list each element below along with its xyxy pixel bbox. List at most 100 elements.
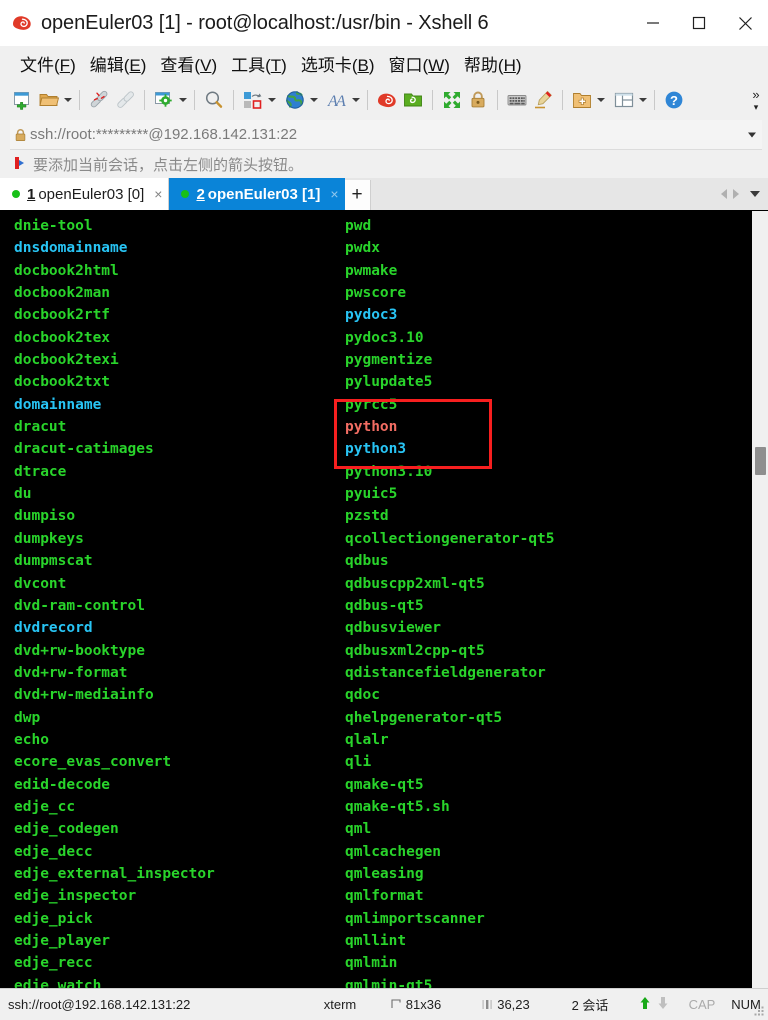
menu-help[interactable]: 帮助(H) bbox=[457, 49, 529, 78]
svg-text:A: A bbox=[335, 93, 346, 110]
layout-icon[interactable] bbox=[611, 87, 637, 113]
close-button[interactable] bbox=[722, 0, 768, 46]
chevron-right-icon[interactable] bbox=[733, 189, 739, 199]
menu-tabs[interactable]: 选项卡(B) bbox=[294, 49, 382, 78]
toolbar-separator bbox=[367, 90, 368, 110]
terminal-line: edje_watch bbox=[14, 977, 102, 988]
terminal-line: qdbusxml2cpp-qt5 bbox=[345, 642, 485, 659]
terminal-line: qli bbox=[345, 754, 372, 771]
address-bar[interactable]: ssh://root:*********@192.168.142.131:22 bbox=[10, 120, 762, 150]
highlight-pen-icon[interactable] bbox=[530, 87, 556, 113]
tab-label: openEuler03 [1] bbox=[207, 185, 321, 203]
new-tab-button[interactable]: + bbox=[344, 180, 371, 210]
open-session-dropdown-icon[interactable] bbox=[62, 87, 73, 113]
minimize-button[interactable] bbox=[630, 0, 676, 46]
terminal-line: qhelpgenerator-qt5 bbox=[345, 709, 503, 726]
terminal-line: domainname bbox=[14, 396, 102, 413]
terminal-line: qmllint bbox=[345, 933, 407, 949]
terminal-line: dumpiso bbox=[14, 508, 76, 525]
terminal-line: qdistancefieldgenerator bbox=[345, 664, 546, 681]
status-sessions: 2 会话 bbox=[571, 998, 609, 1013]
menu-window[interactable]: 窗口(W) bbox=[382, 49, 457, 78]
transfer-file-dropdown-icon[interactable] bbox=[266, 87, 277, 113]
disconnect-icon[interactable] bbox=[86, 87, 112, 113]
notice-bar: 要添加当前会话，点击左侧的箭头按钮。 bbox=[0, 150, 768, 178]
tab-close-icon[interactable]: × bbox=[330, 186, 338, 202]
fullscreen-icon[interactable] bbox=[439, 87, 465, 113]
tab-close-icon[interactable]: × bbox=[154, 186, 162, 202]
terminal-output[interactable]: dnie-tool dnsdomainname docbook2html docboo… bbox=[0, 211, 751, 988]
open-session-icon[interactable] bbox=[36, 87, 62, 113]
menu-bar: 文件(F) 编辑(E) 查看(V) 工具(T) 选项卡(B) 窗口(W) 帮助(… bbox=[0, 46, 768, 80]
tab-number: 1 bbox=[27, 185, 36, 203]
toolbar: A A ? » ▾ bbox=[0, 80, 768, 120]
toolbar-separator bbox=[194, 90, 195, 110]
address-input[interactable]: ssh://root:*********@192.168.142.131:22 bbox=[30, 126, 297, 143]
terminal-line: ecore_evas_convert bbox=[14, 754, 172, 771]
help-icon[interactable]: ? bbox=[661, 87, 687, 113]
terminal-line: dvcont bbox=[14, 575, 67, 592]
maximize-button[interactable] bbox=[676, 0, 722, 46]
chevron-left-icon[interactable] bbox=[721, 189, 727, 199]
terminal-line: dtrace bbox=[14, 463, 67, 480]
status-connection: ssh://root@192.168.142.131:22 bbox=[8, 997, 191, 1012]
terminal-line: qmake-qt5.sh bbox=[345, 798, 450, 815]
globe-icon[interactable] bbox=[282, 87, 308, 113]
globe-dropdown-icon[interactable] bbox=[308, 87, 319, 113]
font-dropdown-icon[interactable] bbox=[350, 87, 361, 113]
new-session-icon[interactable] bbox=[10, 87, 36, 113]
terminal-scrollbar[interactable] bbox=[751, 211, 768, 988]
xshell-icon[interactable] bbox=[374, 87, 400, 113]
menu-edit[interactable]: 编辑(E) bbox=[83, 49, 154, 78]
find-icon[interactable] bbox=[201, 87, 227, 113]
tab-nav-controls bbox=[721, 178, 764, 210]
menu-tools[interactable]: 工具(T) bbox=[224, 49, 294, 78]
svg-text:?: ? bbox=[670, 93, 678, 108]
lock-icon[interactable] bbox=[465, 87, 491, 113]
toolbar-separator bbox=[144, 90, 145, 110]
reconnect-icon[interactable] bbox=[112, 87, 138, 113]
menu-view[interactable]: 查看(V) bbox=[153, 49, 224, 78]
add-folder-dropdown-icon[interactable] bbox=[595, 87, 606, 113]
tab-session-1[interactable]: 2 openEuler03 [1] × bbox=[169, 178, 345, 210]
status-terminal-type: xterm bbox=[323, 997, 357, 1012]
arrow-down-icon bbox=[657, 996, 669, 1013]
terminal-column-left: dnie-tool dnsdomainname docbook2html docboo… bbox=[14, 215, 215, 988]
scrollbar-thumb[interactable] bbox=[755, 447, 766, 475]
terminal-line: pygmentize bbox=[345, 352, 433, 369]
terminal-line: qmlformat bbox=[345, 888, 424, 905]
status-size-value: 81x36 bbox=[405, 997, 442, 1012]
toolbar-separator bbox=[654, 90, 655, 110]
terminal-line: qmlimportscanner bbox=[345, 910, 485, 927]
tab-session-0[interactable]: 1 openEuler03 [0] × bbox=[0, 178, 170, 210]
xftp-icon[interactable] bbox=[400, 87, 426, 113]
session-properties-dropdown-icon[interactable] bbox=[177, 87, 188, 113]
font-icon[interactable]: A A bbox=[324, 87, 350, 113]
terminal-line: edje_pick bbox=[14, 910, 93, 927]
terminal-line: pylupdate5 bbox=[345, 374, 433, 391]
status-cursor: 36,23 bbox=[460, 997, 552, 1012]
session-properties-icon[interactable] bbox=[151, 87, 177, 113]
terminal-line: qdoc bbox=[345, 687, 380, 704]
chevron-down-icon[interactable] bbox=[748, 132, 756, 137]
keyboard-icon[interactable] bbox=[504, 87, 530, 113]
toolbar-overflow-button[interactable]: » ▾ bbox=[747, 80, 765, 120]
status-bar: ssh://root@192.168.142.131:22 xterm 81x3… bbox=[0, 988, 768, 1020]
terminal-line: qmake-qt5 bbox=[345, 776, 424, 793]
notice-text: 要添加当前会话，点击左侧的箭头按钮。 bbox=[33, 156, 304, 174]
transfer-file-icon[interactable] bbox=[240, 87, 266, 113]
terminal-line: dvd+rw-booktype bbox=[14, 642, 145, 659]
resize-grip-icon[interactable] bbox=[753, 1005, 765, 1017]
window-title: openEuler03 [1] - root@localhost:/usr/bi… bbox=[41, 11, 489, 34]
terminal-line: docbook2tex bbox=[14, 329, 111, 346]
terminal-line: qdbus bbox=[345, 553, 389, 570]
layout-dropdown-icon[interactable] bbox=[637, 87, 648, 113]
tab-label: openEuler03 [0] bbox=[38, 185, 145, 203]
terminal-area: dnie-tool dnsdomainname docbook2html docboo… bbox=[0, 210, 768, 988]
chevron-down-icon[interactable] bbox=[750, 191, 760, 197]
terminal-line: edje_player bbox=[14, 933, 111, 949]
add-folder-icon[interactable] bbox=[569, 87, 595, 113]
menu-file[interactable]: 文件(F) bbox=[13, 49, 83, 78]
cursor-position-icon bbox=[482, 999, 493, 1010]
terminal-line: pydoc3.10 bbox=[345, 329, 424, 346]
